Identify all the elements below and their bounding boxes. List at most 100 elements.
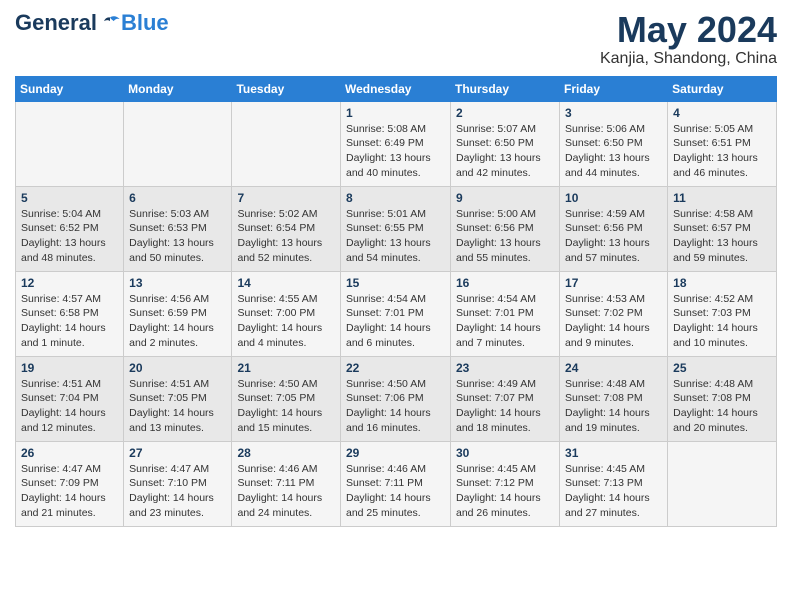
day-number: 29	[346, 446, 445, 460]
day-info: Sunrise: 4:46 AM Sunset: 7:11 PM Dayligh…	[346, 462, 445, 521]
header-sunday: Sunday	[16, 76, 124, 101]
day-info: Sunrise: 5:06 AM Sunset: 6:50 PM Dayligh…	[565, 122, 662, 181]
calendar-cell: 26Sunrise: 4:47 AM Sunset: 7:09 PM Dayli…	[16, 441, 124, 526]
day-number: 11	[673, 191, 771, 205]
day-number: 3	[565, 106, 662, 120]
day-number: 8	[346, 191, 445, 205]
day-info: Sunrise: 4:52 AM Sunset: 7:03 PM Dayligh…	[673, 292, 771, 351]
day-number: 18	[673, 276, 771, 290]
logo: General Blue	[15, 10, 169, 36]
day-info: Sunrise: 4:54 AM Sunset: 7:01 PM Dayligh…	[346, 292, 445, 351]
header-row: Sunday Monday Tuesday Wednesday Thursday…	[16, 76, 777, 101]
day-number: 22	[346, 361, 445, 375]
calendar-cell: 4 Sunrise: 5:05 AM Sunset: 6:51 PM Daylig…	[668, 101, 777, 186]
calendar-cell: 3 Sunrise: 5:06 AM Sunset: 6:50 PM Daylig…	[560, 101, 668, 186]
day-number: 6	[129, 191, 226, 205]
calendar-cell: 7Sunrise: 5:02 AM Sunset: 6:54 PM Daylig…	[232, 186, 341, 271]
header-monday: Monday	[124, 76, 232, 101]
day-number: 31	[565, 446, 662, 460]
calendar-cell	[16, 101, 124, 186]
calendar-cell: 24 Sunrise: 4:48 AM Sunset: 7:08 PM Dayli…	[560, 356, 668, 441]
calendar-cell: 5 Sunrise: 5:04 AM Sunset: 6:52 PM Daylig…	[16, 186, 124, 271]
day-info: Sunrise: 4:54 AM Sunset: 7:01 PM Dayligh…	[456, 292, 554, 351]
day-number: 27	[129, 446, 226, 460]
day-number: 13	[129, 276, 226, 290]
day-info: Sunrise: 5:05 AM Sunset: 6:51 PM Dayligh…	[673, 122, 771, 181]
calendar-header: Sunday Monday Tuesday Wednesday Thursday…	[16, 76, 777, 101]
header-wednesday: Wednesday	[341, 76, 451, 101]
day-info: Sunrise: 4:53 AM Sunset: 7:02 PM Dayligh…	[565, 292, 662, 351]
calendar-body: 1 Sunrise: 5:08 AM Sunset: 6:49 PM Daylig…	[16, 101, 777, 526]
day-info: Sunrise: 4:49 AM Sunset: 7:07 PM Dayligh…	[456, 377, 554, 436]
day-number: 26	[21, 446, 118, 460]
day-info: Sunrise: 5:08 AM Sunset: 6:49 PM Dayligh…	[346, 122, 445, 181]
calendar-cell: 27 Sunrise: 4:47 AM Sunset: 7:10 PM Dayli…	[124, 441, 232, 526]
calendar-cell	[232, 101, 341, 186]
calendar-cell: 12 Sunrise: 4:57 AM Sunset: 6:58 PM Dayli…	[16, 271, 124, 356]
calendar-cell: 20 Sunrise: 4:51 AM Sunset: 7:05 PM Dayli…	[124, 356, 232, 441]
calendar-cell: 16 Sunrise: 4:54 AM Sunset: 7:01 PM Dayli…	[451, 271, 560, 356]
header-saturday: Saturday	[668, 76, 777, 101]
day-info: Sunrise: 4:58 AM Sunset: 6:57 PM Dayligh…	[673, 207, 771, 266]
calendar-cell: 1 Sunrise: 5:08 AM Sunset: 6:49 PM Daylig…	[341, 101, 451, 186]
location: Kanjia, Shandong, China	[600, 50, 777, 68]
day-info: Sunrise: 5:04 AM Sunset: 6:52 PM Dayligh…	[21, 207, 118, 266]
day-info: Sunrise: 4:45 AM Sunset: 7:13 PM Dayligh…	[565, 462, 662, 521]
page-header: General Blue May 2024 Kanjia, Shandong, …	[15, 10, 777, 68]
day-info: Sunrise: 4:51 AM Sunset: 7:04 PM Dayligh…	[21, 377, 118, 436]
day-info: Sunrise: 4:51 AM Sunset: 7:05 PM Dayligh…	[129, 377, 226, 436]
calendar-cell: 29 Sunrise: 4:46 AM Sunset: 7:11 PM Dayli…	[341, 441, 451, 526]
day-info: Sunrise: 5:03 AM Sunset: 6:53 PM Dayligh…	[129, 207, 226, 266]
day-number: 24	[565, 361, 662, 375]
day-number: 21	[237, 361, 335, 375]
day-number: 23	[456, 361, 554, 375]
calendar-cell: 13 Sunrise: 4:56 AM Sunset: 6:59 PM Dayli…	[124, 271, 232, 356]
day-number: 12	[21, 276, 118, 290]
calendar-cell: 8Sunrise: 5:01 AM Sunset: 6:55 PM Daylig…	[341, 186, 451, 271]
calendar-week-2: 5 Sunrise: 5:04 AM Sunset: 6:52 PM Daylig…	[16, 186, 777, 271]
day-info: Sunrise: 4:55 AM Sunset: 7:00 PM Dayligh…	[237, 292, 335, 351]
day-info: Sunrise: 5:07 AM Sunset: 6:50 PM Dayligh…	[456, 122, 554, 181]
day-info: Sunrise: 4:48 AM Sunset: 7:08 PM Dayligh…	[565, 377, 662, 436]
calendar-cell: 17 Sunrise: 4:53 AM Sunset: 7:02 PM Dayli…	[560, 271, 668, 356]
calendar-cell: 15Sunrise: 4:54 AM Sunset: 7:01 PM Dayli…	[341, 271, 451, 356]
day-info: Sunrise: 4:45 AM Sunset: 7:12 PM Dayligh…	[456, 462, 554, 521]
day-info: Sunrise: 5:00 AM Sunset: 6:56 PM Dayligh…	[456, 207, 554, 266]
day-number: 10	[565, 191, 662, 205]
day-number: 5	[21, 191, 118, 205]
calendar-cell: 28Sunrise: 4:46 AM Sunset: 7:11 PM Dayli…	[232, 441, 341, 526]
day-number: 4	[673, 106, 771, 120]
day-number: 14	[237, 276, 335, 290]
day-info: Sunrise: 4:48 AM Sunset: 7:08 PM Dayligh…	[673, 377, 771, 436]
day-info: Sunrise: 4:50 AM Sunset: 7:05 PM Dayligh…	[237, 377, 335, 436]
day-number: 2	[456, 106, 554, 120]
calendar-cell: 23 Sunrise: 4:49 AM Sunset: 7:07 PM Dayli…	[451, 356, 560, 441]
day-info: Sunrise: 4:47 AM Sunset: 7:10 PM Dayligh…	[129, 462, 226, 521]
calendar-cell: 11 Sunrise: 4:58 AM Sunset: 6:57 PM Dayli…	[668, 186, 777, 271]
day-number: 16	[456, 276, 554, 290]
calendar-week-3: 12 Sunrise: 4:57 AM Sunset: 6:58 PM Dayli…	[16, 271, 777, 356]
calendar-cell: 22 Sunrise: 4:50 AM Sunset: 7:06 PM Dayli…	[341, 356, 451, 441]
day-info: Sunrise: 4:59 AM Sunset: 6:56 PM Dayligh…	[565, 207, 662, 266]
calendar-cell	[124, 101, 232, 186]
day-info: Sunrise: 4:57 AM Sunset: 6:58 PM Dayligh…	[21, 292, 118, 351]
calendar-week-1: 1 Sunrise: 5:08 AM Sunset: 6:49 PM Daylig…	[16, 101, 777, 186]
day-number: 9	[456, 191, 554, 205]
day-number: 20	[129, 361, 226, 375]
month-title: May 2024	[600, 10, 777, 50]
day-number: 30	[456, 446, 554, 460]
header-thursday: Thursday	[451, 76, 560, 101]
day-number: 1	[346, 106, 445, 120]
logo-bird-icon	[99, 12, 121, 34]
calendar-cell: 21 Sunrise: 4:50 AM Sunset: 7:05 PM Dayli…	[232, 356, 341, 441]
calendar-cell: 10 Sunrise: 4:59 AM Sunset: 6:56 PM Dayli…	[560, 186, 668, 271]
day-number: 17	[565, 276, 662, 290]
header-friday: Friday	[560, 76, 668, 101]
calendar-cell: 18 Sunrise: 4:52 AM Sunset: 7:03 PM Dayli…	[668, 271, 777, 356]
calendar-week-5: 26Sunrise: 4:47 AM Sunset: 7:09 PM Dayli…	[16, 441, 777, 526]
header-tuesday: Tuesday	[232, 76, 341, 101]
day-number: 25	[673, 361, 771, 375]
day-number: 19	[21, 361, 118, 375]
day-info: Sunrise: 4:50 AM Sunset: 7:06 PM Dayligh…	[346, 377, 445, 436]
day-info: Sunrise: 4:56 AM Sunset: 6:59 PM Dayligh…	[129, 292, 226, 351]
